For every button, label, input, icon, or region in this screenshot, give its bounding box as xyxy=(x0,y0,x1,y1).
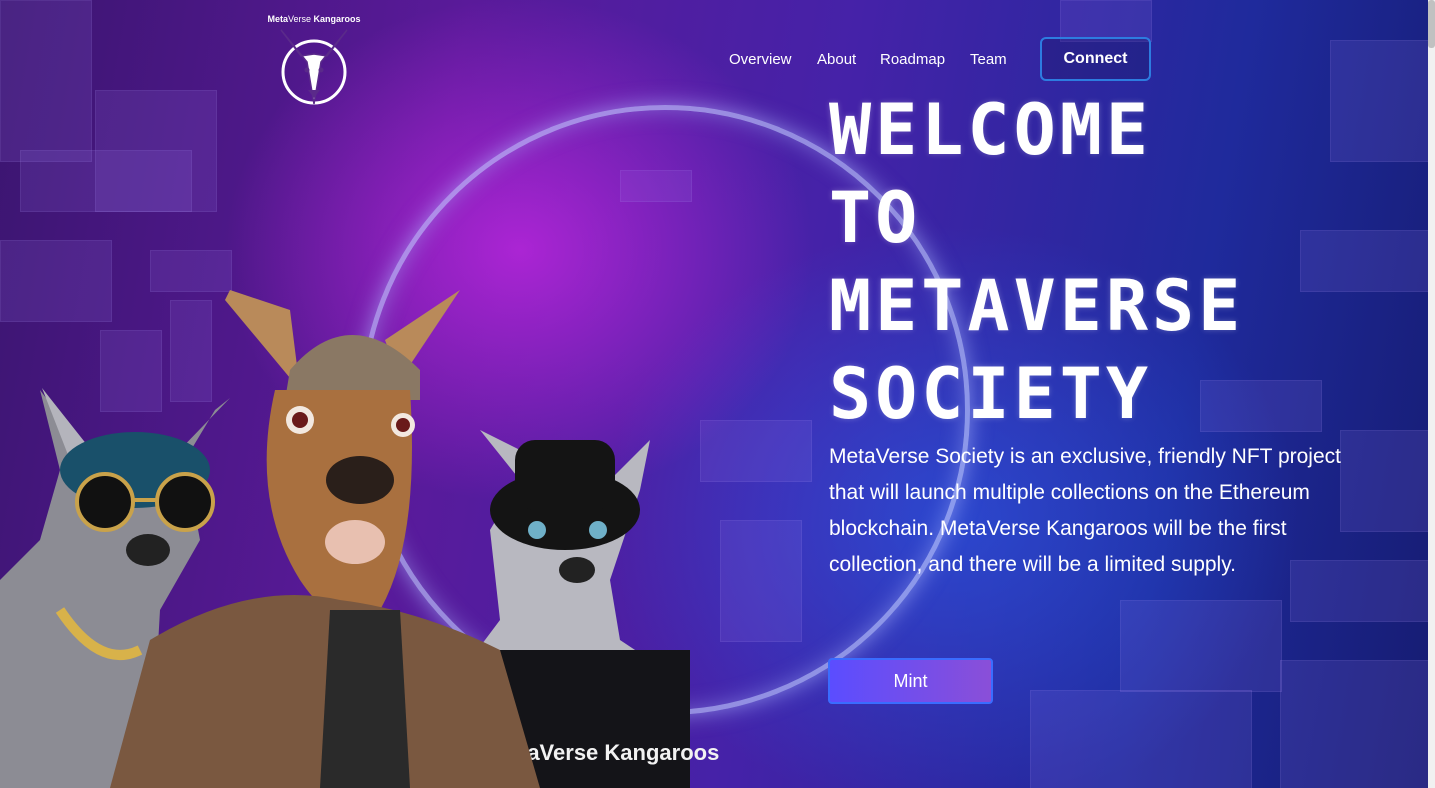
connect-wallet-button[interactable]: Connect xyxy=(1040,37,1151,81)
page-scrollbar[interactable] xyxy=(1428,0,1435,788)
shirt-print-text: taVerse Kangaroos xyxy=(520,740,719,765)
hero-background: taVerse Kangaroos xyxy=(0,0,1428,788)
hero-title-line-3: METAVERSE xyxy=(829,265,1245,347)
hero-title-line-2: TO xyxy=(829,177,922,259)
hero-description: MetaVerse Society is an exclusive, frien… xyxy=(829,445,1341,576)
mint-button[interactable]: Mint xyxy=(828,658,993,704)
site-logo[interactable]: MetaVerse Kangaroos xyxy=(256,14,372,110)
hero-title-line-4: SOCIETY xyxy=(829,353,1153,435)
hero-title-line-1: WELCOME xyxy=(829,89,1153,171)
kangaroo-characters-illustration: taVerse Kangaroos xyxy=(0,290,719,788)
nav-item-roadmap[interactable]: Roadmap xyxy=(880,51,945,68)
scrollbar-thumb[interactable] xyxy=(1428,0,1435,48)
nav-item-about[interactable]: About xyxy=(817,51,856,68)
logo-text: MetaVerse Kangaroos xyxy=(267,14,361,24)
nav-item-team[interactable]: Team xyxy=(970,51,1007,68)
nav-item-overview[interactable]: Overview xyxy=(729,51,792,68)
kangaroo-head-icon xyxy=(280,29,348,105)
